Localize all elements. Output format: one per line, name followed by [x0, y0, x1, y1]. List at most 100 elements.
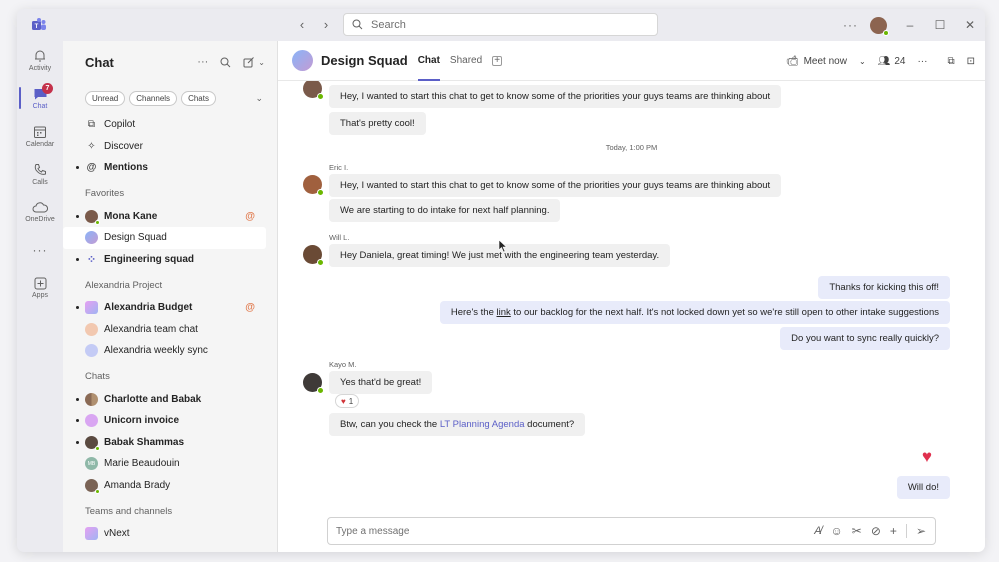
close-icon[interactable]: ✕: [955, 9, 985, 41]
message-bubble-own: Will do!: [896, 476, 950, 499]
message-input[interactable]: [336, 525, 815, 537]
sticker-icon[interactable]: ✂: [852, 524, 862, 538]
avatar: [85, 435, 100, 451]
app-rail: Activity 7 Chat Calendar Calls OneDrive …: [17, 41, 63, 552]
group-avatar: [85, 414, 98, 428]
loop-icon[interactable]: ⊘: [871, 524, 881, 538]
backlog-link[interactable]: link: [497, 307, 511, 318]
list-item-label: Charlotte and Babak: [104, 393, 202, 405]
search-icon: [352, 19, 363, 30]
message-composer[interactable]: A̸ ☺ ✂ ⊘ + ➢: [327, 517, 936, 545]
list-item-unicorn-invoice[interactable]: Unicorn invoice: [63, 410, 277, 432]
list-item-alexandria-budget[interactable]: Alexandria Budget @: [63, 297, 277, 319]
list-item-babak-shammas[interactable]: Babak Shammas: [63, 432, 277, 454]
popout-icon[interactable]: ⊡: [967, 56, 975, 67]
message-bubble: Btw, can you check the LT Planning Agend…: [329, 413, 586, 436]
rail-more[interactable]: ···: [17, 231, 63, 269]
list-item-design-squad[interactable]: Design Squad: [63, 227, 266, 249]
presence-available-icon: [317, 259, 324, 266]
participants-button[interactable]: 👥︎ 24: [878, 56, 906, 67]
lt-planning-agenda-link[interactable]: LT Planning Agenda: [440, 419, 525, 430]
filter-channels[interactable]: Channels: [129, 91, 178, 106]
list-item-label: Mentions: [104, 162, 148, 174]
filter-unread[interactable]: Unread: [85, 91, 126, 106]
chevron-down-icon[interactable]: ⌄: [255, 93, 263, 104]
avatar: [85, 209, 100, 225]
chats-header[interactable]: Chats: [63, 365, 277, 389]
list-item-label: Copilot: [104, 119, 136, 131]
divider: [905, 524, 907, 538]
user-avatar[interactable]: [870, 16, 889, 36]
message-bubble-own: Thanks for kicking this off!: [818, 276, 950, 299]
title-bar: T ‹ › ··· – ☐ ✕: [17, 9, 985, 41]
search-icon[interactable]: [220, 57, 231, 68]
more-options-icon[interactable]: ···: [843, 18, 858, 32]
list-item-alexandria-team-chat[interactable]: Alexandria team chat: [63, 319, 277, 341]
group-avatar[interactable]: [292, 50, 313, 71]
teams-logo-icon[interactable]: T: [31, 17, 47, 33]
rail-label: OneDrive: [25, 215, 55, 223]
forward-arrow-icon[interactable]: ›: [319, 17, 333, 32]
list-item-engineering-squad[interactable]: ⁘ Engineering squad: [63, 249, 277, 271]
send-icon[interactable]: ➢: [916, 524, 926, 538]
message-text: document?: [524, 419, 575, 430]
rail-calendar[interactable]: Calendar: [17, 117, 63, 155]
add-tab-icon[interactable]: +: [492, 55, 503, 66]
list-item-copilot[interactable]: ⧉ Copilot: [63, 114, 277, 136]
list-item-marie-beaudouin[interactable]: MB Marie Beaudouin: [63, 453, 277, 475]
unread-dot-icon: [76, 397, 79, 401]
meet-now-button[interactable]: 📹︎ Meet now: [786, 56, 847, 67]
rail-label: Activity: [28, 64, 52, 72]
new-chat-icon[interactable]: [243, 56, 255, 68]
maximize-icon[interactable]: ☐: [925, 9, 955, 41]
calendar-icon: [34, 126, 46, 138]
rail-onedrive[interactable]: OneDrive: [17, 193, 63, 231]
teams-and-channels-header[interactable]: Teams and channels: [63, 499, 277, 523]
avatar: [303, 81, 324, 100]
message-author: Eric I.: [329, 163, 349, 172]
tab-chat[interactable]: Chat: [417, 41, 441, 81]
message-bubble: Yes that'd be great!: [329, 371, 433, 394]
search-box[interactable]: [343, 13, 658, 36]
mention-icon: @: [245, 302, 255, 314]
rail-calls[interactable]: Calls: [17, 155, 63, 193]
unread-dot-icon: [76, 257, 79, 261]
people-icon: 👥︎: [877, 55, 891, 67]
apps-grid-icon: ⁘: [86, 253, 97, 266]
team-icon: [85, 527, 98, 541]
chevron-down-icon[interactable]: ⌄: [859, 57, 866, 66]
emoji-icon[interactable]: ☺: [831, 524, 843, 538]
rail-label: Apps: [32, 292, 48, 299]
minimize-icon[interactable]: –: [895, 9, 925, 41]
chat-list-title: Chat: [85, 54, 114, 70]
unread-dot-icon: [76, 306, 79, 309]
search-input[interactable]: [371, 18, 631, 31]
participant-count: 24: [894, 55, 906, 67]
more-options-icon[interactable]: ···: [917, 56, 927, 67]
conversation-title[interactable]: Design Squad: [321, 53, 408, 68]
list-item-vnext[interactable]: vNext: [63, 523, 277, 545]
list-item-alexandria-weekly-sync[interactable]: Alexandria weekly sync: [63, 340, 277, 362]
list-item-charlotte-and-babak[interactable]: Charlotte and Babak: [63, 389, 277, 411]
filter-chats[interactable]: Chats: [181, 91, 216, 106]
list-item-amanda-brady[interactable]: Amanda Brady: [63, 475, 277, 497]
favorites-header[interactable]: Favorites: [63, 182, 277, 206]
rail-apps[interactable]: Apps: [17, 269, 63, 307]
list-item-mona-kane[interactable]: Mona Kane @: [63, 206, 277, 228]
format-icon[interactable]: A̸: [814, 525, 821, 537]
back-arrow-icon[interactable]: ‹: [295, 17, 309, 32]
alexandria-project-header[interactable]: Alexandria Project: [63, 273, 277, 297]
copilot-icon[interactable]: ⧉: [947, 56, 954, 67]
presence-available-icon: [95, 488, 100, 494]
chevron-down-icon[interactable]: ⌄: [258, 58, 265, 67]
list-item-discover[interactable]: ✧ Discover: [63, 136, 277, 158]
presence-available-icon: [883, 29, 889, 36]
list-item-mentions[interactable]: @ Mentions: [63, 157, 277, 179]
add-icon[interactable]: +: [890, 524, 897, 538]
presence-available-icon: [95, 445, 100, 451]
rail-chat[interactable]: 7 Chat: [17, 79, 63, 117]
rail-activity[interactable]: Activity: [17, 41, 63, 79]
heart-reaction[interactable]: ♥ 1: [335, 394, 360, 408]
more-options-icon[interactable]: ···: [197, 56, 208, 68]
tab-shared[interactable]: Shared: [450, 41, 482, 81]
